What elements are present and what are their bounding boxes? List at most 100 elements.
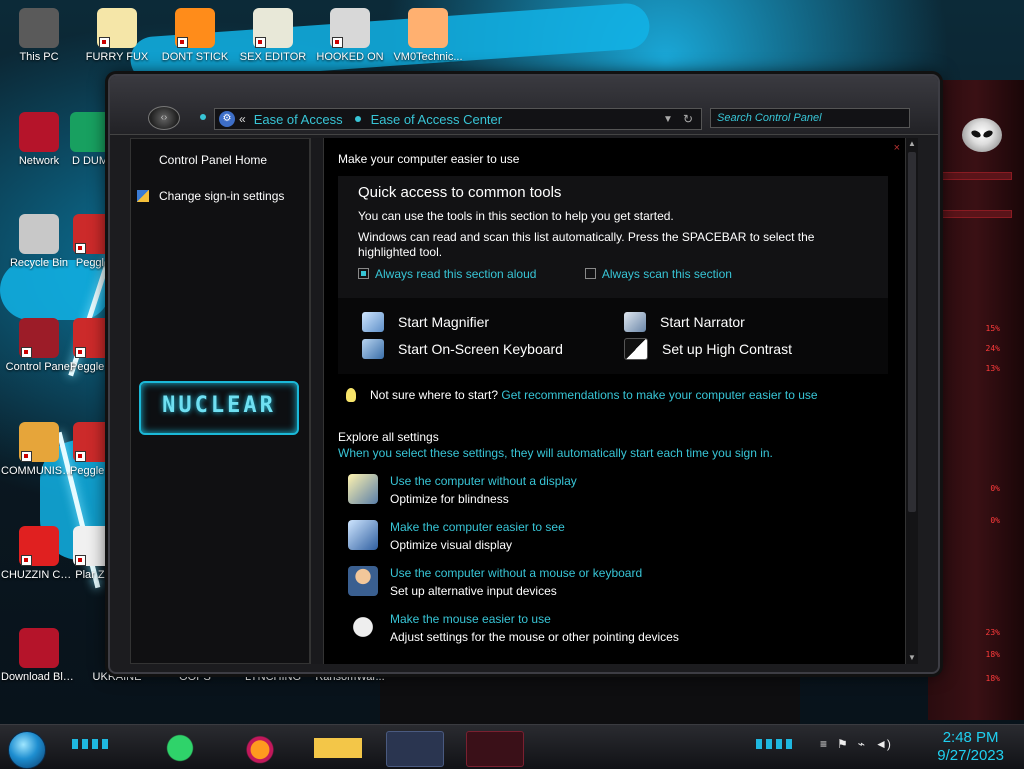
nuclear-logo: NUCLEAR [139,381,299,435]
refresh-icon[interactable]: ↻ [679,112,701,126]
pane-splitter[interactable] [310,138,324,664]
control-panel-taskbar-button[interactable] [386,731,444,767]
control-panel-home-link[interactable]: Control Panel Home [131,153,267,167]
flag-icon[interactable]: ⚑ [837,737,848,751]
panel-readout: 0% [990,484,1000,493]
setting-link[interactable]: Use the computer without a mouse or keyb… [390,566,642,580]
show-hidden-icons-icon[interactable]: ≡ [820,737,827,751]
desktop-icon-chuzzin[interactable]: CHUZZIN CUM [1,526,77,583]
checkbox-label: Always read this section aloud [375,266,537,281]
high-contrast-icon [624,338,648,360]
desktop-icon-download-black-ali[interactable]: Download Black Ali... [1,628,77,685]
desktop-icon-control-panel[interactable]: Control Panel [1,318,77,375]
desktop-icon-dont-stick[interactable]: DONT STICK [157,8,233,65]
address-bar[interactable]: ⚙ « Ease of Access Ease of Access Center… [214,108,702,130]
breadcrumb-ease-of-access-center[interactable]: Ease of Access Center [371,112,503,127]
setting-without-mouse-keyboard[interactable]: Use the computer without a mouse or keyb… [348,566,888,598]
system-clock[interactable]: 2:48 PM 9/27/2023 [937,729,1004,765]
tool-label: Start Narrator [660,314,745,330]
start-orb-button[interactable] [8,731,46,769]
firefox-icon[interactable] [236,731,284,765]
breadcrumb-ease-of-access[interactable]: Ease of Access [254,112,343,127]
alienware-icon [19,628,59,668]
wallpaper-figure [380,670,800,724]
shortcut-arrow-icon [21,555,32,566]
taskbar-decoration [756,739,796,749]
desktop-icon-label: FURRY FUX [85,51,149,63]
start-magnifier-button[interactable]: Start Magnifier [362,312,624,332]
panel-readout: 23% [985,628,1000,637]
desktop-icon-label: Recycle Bin [9,257,69,269]
quick-access-text: You can use the tools in this section to… [358,209,674,223]
setting-link[interactable]: Make the computer easier to see [390,520,565,534]
desktop-icon-label: VM0Technic... [393,51,463,63]
money-bag-icon [19,422,59,462]
search-input[interactable]: Search Control Panel [710,108,910,128]
close-icon[interactable]: × [894,142,900,154]
taskbar-decoration [72,739,112,749]
panel-readout: 13% [985,364,1000,373]
setting-without-display[interactable]: Use the computer without a display Optim… [348,474,888,506]
app-icon [70,112,110,152]
quick-access-text: Windows can read and scan this list auto… [358,230,815,259]
always-read-aloud-checkbox[interactable]: Always read this section aloud [358,267,536,281]
shortcut-arrow-icon [75,451,86,462]
desktop-icon-label: DONT STICK [161,51,229,63]
desktop-icon-this-pc[interactable]: This PC [1,8,77,65]
desktop-icon-communists[interactable]: COMMUNISTS HATE THIS G... [1,422,77,479]
start-narrator-button[interactable]: Start Narrator [624,312,884,332]
desktop-icon-sex-editor[interactable]: SEX EDITOR [235,8,311,65]
breadcrumb-overflow-button[interactable]: « [239,112,246,126]
tip-prefix: Not sure where to start? [370,388,499,402]
breadcrumb-separator-icon [354,116,361,122]
hxd-editor-icon [253,8,293,48]
setting-mouse-easier[interactable]: Make the mouse easier to use Adjust sett… [348,612,888,644]
alienware-taskbar-button[interactable] [466,731,524,767]
scroll-up-icon[interactable]: ▲ [906,138,918,150]
desktop-icon-furry-fux[interactable]: FURRY FUX [79,8,155,65]
change-sign-in-settings-row[interactable]: Change sign-in settings [137,189,284,203]
ease-of-access-window: ‹› ⚙ « Ease of Access Ease of Access Cen… [108,74,940,674]
desktop-icon-hooked-on[interactable]: HOOKED ON [312,8,388,65]
checkbox-empty-icon [584,268,596,279]
shortcut-arrow-icon [75,243,86,254]
plant-icon [73,526,113,566]
checkbox-checked-icon [358,268,369,279]
start-on-screen-keyboard-button[interactable]: Start On-Screen Keyboard [362,338,624,360]
tool-label: Set up High Contrast [662,341,792,357]
desktop-icon-label: Control Panel [5,361,73,373]
setting-easier-to-see[interactable]: Make the computer easier to see Optimize… [348,520,888,552]
quick-access-title: Quick access to common tools [358,184,562,201]
control-panel-icon [19,318,59,358]
get-recommendations-link[interactable]: Get recommendations to make your compute… [501,388,817,402]
explore-subtitle: When you select these settings, they wil… [338,446,773,460]
setting-link[interactable]: Make the mouse easier to use [390,612,679,626]
panel-readout: 18% [985,674,1000,683]
panel-readout: 15% [985,324,1000,333]
scroll-down-icon[interactable]: ▼ [906,652,918,664]
scroll-thumb[interactable] [908,152,916,512]
window-titlebar[interactable]: ‹› ⚙ « Ease of Access Ease of Access Cen… [110,76,938,135]
network-icon[interactable]: ⌁ [858,737,865,751]
control-panel-icon: ⚙ [219,111,235,127]
setting-description: Optimize for blindness [390,492,509,506]
game-icon [330,8,370,48]
setting-link[interactable]: Use the computer without a display [390,474,577,488]
set-up-high-contrast-button[interactable]: Set up High Contrast [624,338,884,360]
window-body: Control Panel Home Change sign-in settin… [130,138,918,664]
computer-icon [19,8,59,48]
address-dropdown-icon[interactable]: ▼ [657,114,679,125]
panel-bar [940,172,1012,180]
peggle-icon [73,214,113,254]
desktop-icon-label: SEX EDITOR [239,51,307,63]
desktop-icon-recycle-bin[interactable]: Recycle Bin [1,214,77,271]
file-explorer-icon[interactable] [314,731,362,765]
always-scan-checkbox[interactable]: Always scan this section [584,267,732,281]
spotify-icon[interactable] [156,731,204,765]
volume-icon[interactable]: ◄) [875,737,891,751]
panel-readout: 0% [990,516,1000,525]
desktop-icon-vm0technic[interactable]: VM0Technic... [390,8,466,65]
clock-time: 2:48 PM [942,729,999,746]
vertical-scrollbar[interactable]: ▲ ▼ [905,138,918,664]
back-forward-button[interactable]: ‹› [148,106,180,130]
